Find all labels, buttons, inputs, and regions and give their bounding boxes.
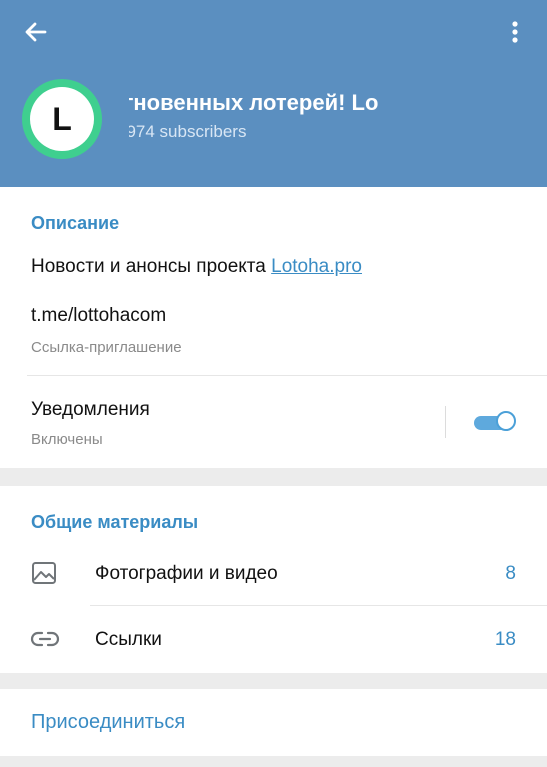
channel-header: L Сервис мгновенных лотерей! Lo 1974 sub… (0, 0, 547, 187)
image-icon (32, 562, 56, 584)
photos-videos-label: Фотографии и видео (95, 563, 278, 584)
notifications-label[interactable]: Уведомления (31, 399, 150, 421)
channel-avatar[interactable]: L (22, 79, 102, 159)
description-section-title: Описание (31, 213, 120, 233)
links-label: Ссылки (95, 629, 162, 650)
avatar-letter: L (52, 100, 72, 137)
shared-media-section-title: Общие материалы (31, 512, 199, 532)
links-count: 18 (494, 629, 516, 650)
link-icon (30, 631, 60, 647)
more-vertical-icon (512, 21, 518, 43)
photos-videos-count: 8 (505, 563, 516, 584)
description-text: Новости и анонсы проекта Lotoha.pro (31, 256, 362, 278)
channel-title-container: Сервис мгновенных лотерей! Lo (129, 88, 547, 122)
more-button[interactable] (497, 14, 533, 50)
notifications-toggle[interactable] (472, 411, 518, 433)
divider (90, 605, 547, 606)
arrow-left-icon (25, 22, 47, 42)
back-button[interactable] (18, 14, 54, 50)
subscriber-count: 1974 subscribers (129, 122, 247, 141)
invite-link-label: Ссылка-приглашение (31, 339, 182, 356)
invite-link[interactable]: t.me/lottohacom (31, 305, 166, 327)
channel-title: Сервис мгновенных лотерей! Lo (129, 90, 379, 115)
notifications-status: Включены (31, 431, 103, 448)
description-link[interactable]: Lotoha.pro (271, 256, 362, 277)
links-row[interactable] (0, 608, 547, 670)
divider (27, 375, 547, 376)
avatar-inner: L (30, 87, 94, 151)
join-button[interactable]: Присоединиться (31, 711, 185, 734)
vertical-separator (445, 406, 446, 438)
toggle-knob (496, 411, 516, 431)
subscriber-count-container: 1974 subscribers (129, 122, 429, 142)
description-body: Новости и анонсы проекта (31, 256, 272, 277)
